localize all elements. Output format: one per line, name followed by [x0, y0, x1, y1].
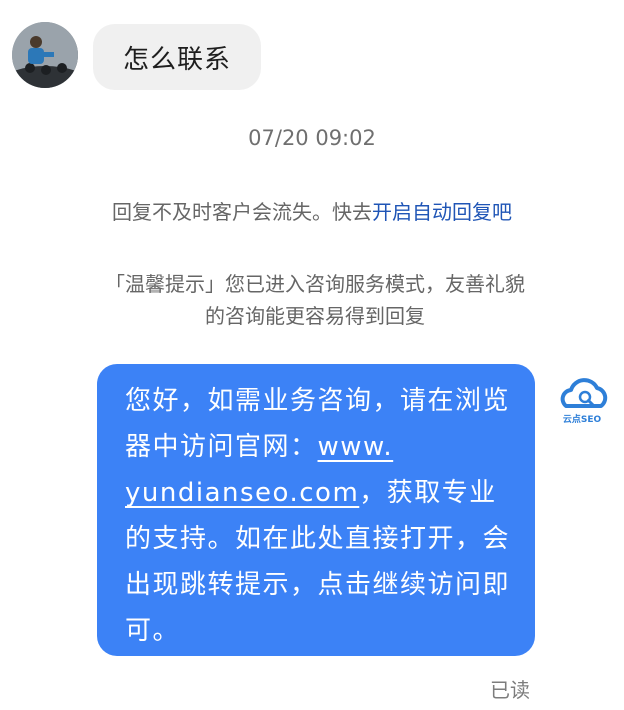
read-status: 已读 — [490, 678, 530, 702]
outgoing-message-bubble[interactable]: 您好，如需业务咨询，请在浏览器中访问官网：www. yundianseo.com，… — [97, 364, 535, 656]
person-photo-icon — [12, 22, 78, 88]
consult-mode-tip-line2: 的咨询能更容易得到回复 — [205, 304, 425, 328]
website-url-link-part1[interactable]: www. — [318, 432, 394, 462]
consult-mode-tip: 「温馨提示」您已进入咨询服务模式，友善礼貌 的咨询能更容易得到回复 — [90, 268, 540, 332]
incoming-message-bubble[interactable]: 怎么联系 — [93, 24, 262, 90]
message-timestamp: 07/20 09:02 — [248, 126, 376, 150]
auto-reply-notice: 回复不及时客户会流失。快去开启自动回复吧 — [0, 196, 624, 225]
incoming-message-text: 怎么联系 — [123, 44, 232, 75]
auto-reply-notice-text: 回复不及时客户会流失。快去 — [112, 200, 372, 224]
website-url-link-part2[interactable]: yundianseo.com — [125, 478, 359, 508]
brand-logo-text: 云点SEO — [563, 413, 602, 425]
contact-avatar[interactable] — [12, 22, 78, 88]
consult-mode-tip-line1: 「温馨提示」您已进入咨询服务模式，友善礼貌 — [105, 272, 525, 296]
my-avatar[interactable]: 云点SEO — [552, 370, 612, 430]
cloud-search-logo-icon: 云点SEO — [560, 378, 608, 425]
enable-auto-reply-link[interactable]: 开启自动回复吧 — [372, 200, 512, 224]
